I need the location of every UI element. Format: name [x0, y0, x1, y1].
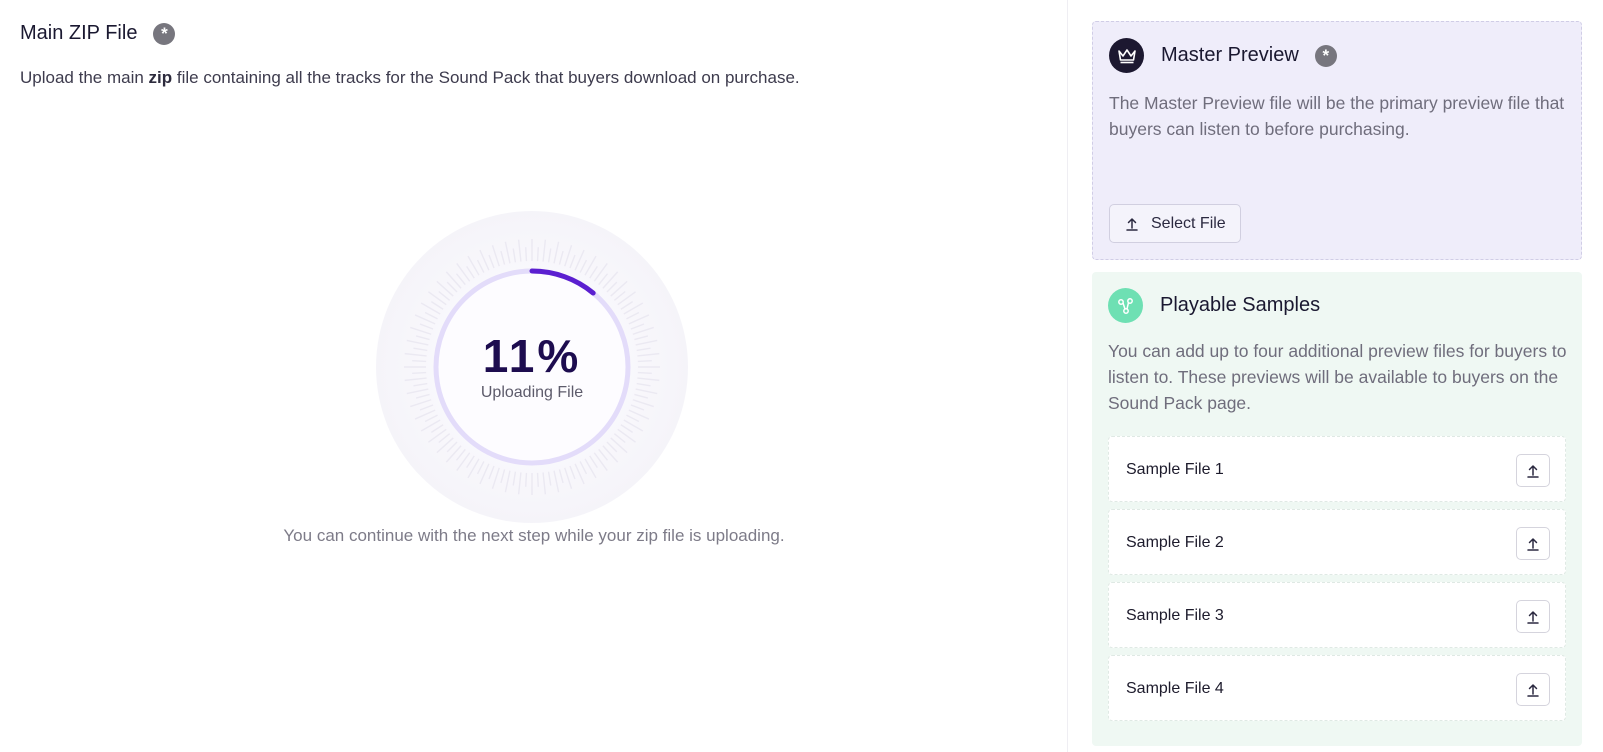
main-zip-description: Upload the main zip file containing all …: [20, 68, 800, 88]
playable-samples-card: Playable Samples You can add up to four …: [1092, 272, 1582, 746]
nodes-icon: [1108, 288, 1143, 323]
sample-file-label: Sample File 1: [1126, 461, 1224, 478]
crown-icon: [1109, 38, 1144, 73]
upload-icon: [1527, 464, 1539, 478]
asterisk-icon: *: [153, 22, 176, 45]
description-text-end: file containing all the tracks for the S…: [172, 68, 800, 87]
master-preview-description: The Master Preview file will be the prim…: [1109, 93, 1565, 139]
progress-tick: [525, 472, 528, 487]
upload-sample-button[interactable]: [1516, 527, 1550, 560]
sample-file-label: Sample File 4: [1126, 680, 1224, 697]
progress-tick: [536, 247, 539, 262]
progress-status: Uploading File: [480, 384, 584, 401]
upload-icon: [1527, 537, 1539, 551]
select-file-button[interactable]: Select File: [1109, 204, 1241, 243]
sample-file-row: Sample File 3: [1108, 582, 1566, 648]
progress-tick: [525, 247, 528, 262]
sample-file-label: Sample File 2: [1126, 534, 1224, 551]
upload-note: You can continue with the next step whil…: [283, 526, 785, 545]
sample-file-label: Sample File 3: [1126, 607, 1224, 624]
main-zip-section: Main ZIP File * Upload the main zip file…: [0, 0, 1068, 752]
upload-icon: [1527, 683, 1539, 697]
upload-sample-button[interactable]: [1516, 600, 1550, 633]
description-text: Upload the main: [20, 68, 149, 87]
description-bold: zip: [148, 68, 173, 87]
upload-icon: [1527, 610, 1539, 624]
upload-sample-button[interactable]: [1516, 454, 1550, 487]
select-file-label: Select File: [1151, 214, 1226, 232]
progress-tick: [536, 472, 539, 487]
upload-progress-ring: 11% Uploading File: [376, 211, 688, 523]
progress-percent: 11%: [482, 330, 582, 382]
master-preview-title: Master Preview: [1161, 44, 1299, 66]
master-preview-header: Master Preview *: [1109, 38, 1337, 73]
sample-file-row: Sample File 1: [1108, 436, 1566, 502]
main-zip-header: Main ZIP File *: [20, 22, 176, 45]
upload-page: Main ZIP File * Upload the main zip file…: [0, 0, 1603, 752]
playable-samples-header: Playable Samples: [1108, 288, 1336, 323]
upload-icon: [1126, 217, 1138, 231]
main-zip-title: Main ZIP File: [20, 22, 138, 44]
asterisk-icon: *: [1314, 44, 1337, 67]
upload-sample-button[interactable]: [1516, 673, 1550, 706]
playable-samples-description: You can add up to four additional previe…: [1108, 341, 1567, 413]
sample-file-row: Sample File 2: [1108, 509, 1566, 575]
master-preview-card: Master Preview * The Master Preview file…: [1092, 21, 1582, 260]
playable-samples-title: Playable Samples: [1160, 294, 1321, 316]
sample-file-row: Sample File 4: [1108, 655, 1566, 721]
